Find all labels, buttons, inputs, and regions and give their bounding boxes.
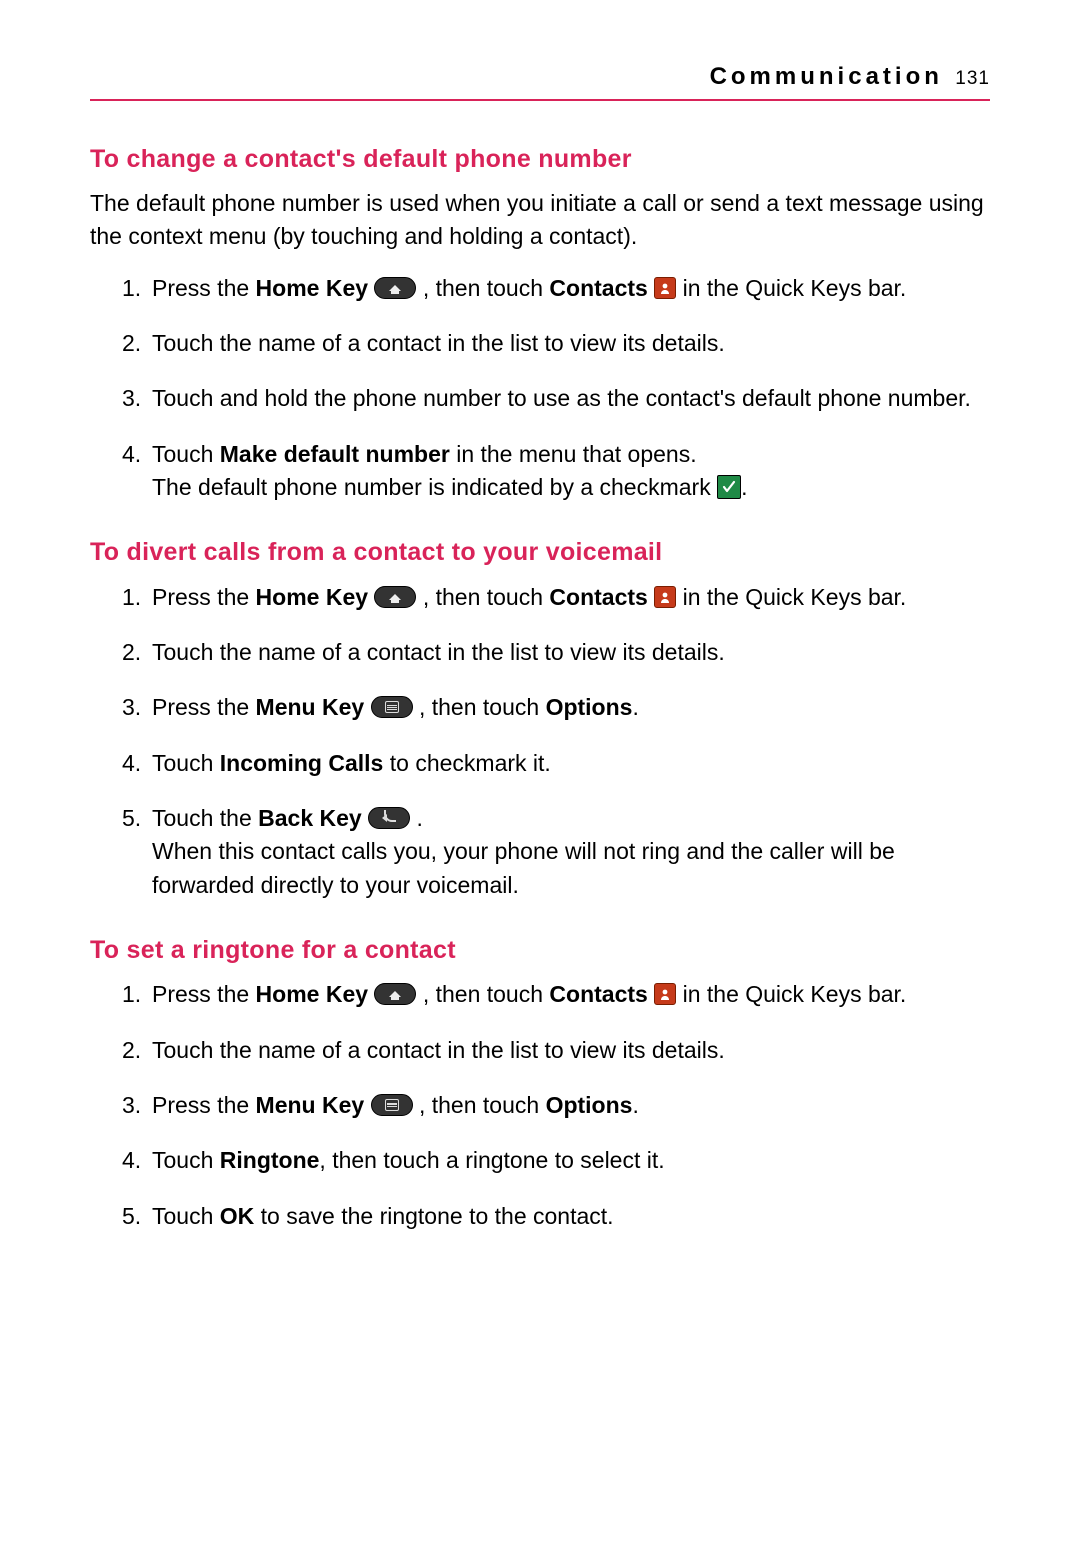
text: Press the (152, 584, 256, 610)
text: When this contact calls you, your phone … (152, 835, 990, 902)
page-header: Communication 131 (90, 60, 990, 101)
step: Touch Incoming Calls to checkmark it. (132, 747, 990, 780)
intro-change-default: The default phone number is used when yo… (90, 187, 990, 254)
text: Touch (152, 1203, 220, 1229)
text: in the Quick Keys bar. (683, 981, 907, 1007)
text: Touch the name of a contact in the list … (152, 330, 725, 356)
step: Press the Home Key , then touch Contacts… (132, 272, 990, 305)
text: Touch (152, 441, 220, 467)
step: Press the Home Key , then touch Contacts… (132, 581, 990, 614)
home-key-icon (374, 983, 416, 1005)
contacts-label: Contacts (549, 981, 647, 1007)
home-key-icon (374, 277, 416, 299)
text: to save the ringtone to the contact. (254, 1203, 613, 1229)
home-key-label: Home Key (256, 981, 368, 1007)
text: , then touch a ringtone to select it. (319, 1147, 664, 1173)
text: . (417, 805, 423, 831)
text: Press the (152, 694, 256, 720)
heading-divert-calls: To divert calls from a contact to your v… (90, 534, 990, 570)
make-default-label: Make default number (220, 441, 450, 467)
step: Press the Menu Key , then touch Options. (132, 1089, 990, 1122)
step: Touch OK to save the ringtone to the con… (132, 1200, 990, 1233)
text: Press the (152, 1092, 256, 1118)
step: Touch the name of a contact in the list … (132, 1034, 990, 1067)
step: Touch the name of a contact in the list … (132, 636, 990, 669)
text: . (632, 694, 638, 720)
step: Press the Home Key , then touch Contacts… (132, 978, 990, 1011)
heading-set-ringtone: To set a ringtone for a contact (90, 932, 990, 968)
text: to checkmark it. (383, 750, 550, 776)
text: Touch the name of a contact in the list … (152, 639, 725, 665)
text: in the menu that opens. (450, 441, 697, 467)
steps-set-ringtone: Press the Home Key , then touch Contacts… (132, 978, 990, 1233)
back-key-icon (368, 807, 410, 829)
home-key-label: Home Key (256, 275, 368, 301)
menu-key-icon (371, 1094, 413, 1116)
steps-divert-calls: Press the Home Key , then touch Contacts… (132, 581, 990, 902)
text: , then touch (419, 1092, 546, 1118)
step: Touch Ringtone, then touch a ringtone to… (132, 1144, 990, 1177)
menu-key-label: Menu Key (256, 694, 365, 720)
contacts-icon (654, 277, 676, 299)
text: Touch the name of a contact in the list … (152, 1037, 725, 1063)
step: Touch and hold the phone number to use a… (132, 382, 990, 415)
checkmark-icon (717, 475, 741, 499)
options-label: Options (546, 1092, 633, 1118)
text: , then touch (423, 981, 550, 1007)
ok-label: OK (220, 1203, 255, 1229)
step: Touch the Back Key . When this contact c… (132, 802, 990, 902)
page-number: 131 (955, 68, 990, 89)
ringtone-label: Ringtone (220, 1147, 320, 1173)
text: , then touch (419, 694, 546, 720)
text: in the Quick Keys bar. (683, 275, 907, 301)
menu-key-icon (371, 696, 413, 718)
home-key-icon (374, 586, 416, 608)
step: Touch the name of a contact in the list … (132, 327, 990, 360)
text: in the Quick Keys bar. (683, 584, 907, 610)
step: Touch Make default number in the menu th… (132, 438, 990, 505)
options-label: Options (546, 694, 633, 720)
contacts-label: Contacts (549, 584, 647, 610)
text: Press the (152, 981, 256, 1007)
contacts-label: Contacts (549, 275, 647, 301)
text: , then touch (423, 584, 550, 610)
menu-key-label: Menu Key (256, 1092, 365, 1118)
text: . (741, 474, 747, 500)
text: Touch and hold the phone number to use a… (152, 385, 971, 411)
contacts-icon (654, 983, 676, 1005)
text: The default phone number is indicated by… (152, 474, 717, 500)
home-key-label: Home Key (256, 584, 368, 610)
text: . (632, 1092, 638, 1118)
steps-change-default: Press the Home Key , then touch Contacts… (132, 272, 990, 505)
text: Touch (152, 750, 220, 776)
step: Press the Menu Key , then touch Options. (132, 691, 990, 724)
text: Touch the (152, 805, 258, 831)
text: Press the (152, 275, 256, 301)
back-key-label: Back Key (258, 805, 362, 831)
contacts-icon (654, 586, 676, 608)
incoming-calls-label: Incoming Calls (220, 750, 384, 776)
page-header-title: Communication (710, 63, 943, 90)
text: , then touch (423, 275, 550, 301)
heading-change-default: To change a contact's default phone numb… (90, 141, 990, 177)
text: Touch (152, 1147, 220, 1173)
